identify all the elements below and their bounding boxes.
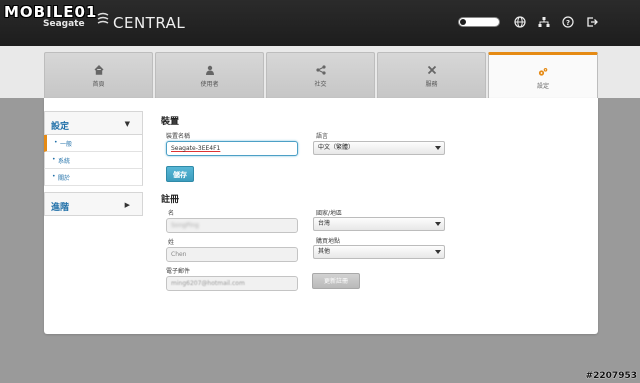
first-name-label: 名 (168, 210, 175, 217)
last-name-field[interactable]: Chen (166, 247, 298, 262)
seagate-brand: Seagate (43, 19, 85, 29)
tab-services[interactable]: 服務 (377, 52, 486, 98)
first-name-value: SongPing (171, 222, 199, 229)
registration-heading: 註冊 (161, 195, 180, 205)
storage-indicator[interactable] (458, 17, 500, 27)
first-name-field[interactable]: SongPing (166, 218, 298, 233)
language-label: 語言 (316, 133, 329, 140)
purchase-location-select[interactable]: 其他 (313, 245, 445, 259)
tab-label: 使用者 (200, 81, 219, 88)
tab-label: 首頁 (92, 81, 105, 88)
user-icon (205, 65, 214, 75)
sidebar-item-general[interactable]: • 一般 (44, 135, 143, 152)
country-value: 台灣 (318, 220, 331, 227)
tab-settings[interactable]: 設定 (488, 52, 598, 98)
country-select[interactable]: 台灣 (313, 217, 445, 231)
update-registration-button[interactable]: 更新註冊 (312, 273, 360, 289)
email-value: ming6207@hotmail.com (171, 280, 245, 287)
tools-icon (427, 65, 436, 75)
svg-text:?: ? (566, 19, 570, 27)
tab-home[interactable]: 首頁 (44, 52, 153, 98)
last-name-value: Chen (171, 251, 187, 258)
help-icon[interactable]: ? (562, 16, 574, 28)
tab-label: 社交 (314, 81, 327, 88)
settings-panel: 設定 ▼ • 一般 • 系統 • 關於 進階 ▶ 裝置 裝置名稱 Seagate… (44, 98, 598, 334)
device-name-field[interactable]: Seagate-3EE4F1 (166, 141, 298, 156)
logout-icon[interactable] (586, 16, 598, 28)
tab-social[interactable]: 社交 (266, 52, 375, 98)
bullet-icon: • (54, 139, 58, 146)
last-name-label: 姓 (168, 239, 175, 246)
purchase-location-label: 購買地點 (316, 238, 341, 245)
main-nav-tabs: 首頁 使用者 社交 服務 設定 (44, 52, 598, 98)
tab-label: 設定 (536, 83, 549, 90)
tab-users[interactable]: 使用者 (155, 52, 264, 98)
sidebar-item-about[interactable]: • 關於 (44, 169, 143, 186)
chevron-right-icon: ▶ (124, 201, 130, 209)
country-label: 國家/地區 (316, 210, 343, 217)
sidebar-section-settings[interactable]: 設定 ▼ (44, 111, 143, 135)
sidebar-item-label: 一般 (60, 141, 73, 148)
bullet-icon: • (52, 173, 56, 180)
seagate-logo-icon (97, 12, 109, 24)
device-heading: 裝置 (161, 117, 180, 127)
product-name: CENTRAL (113, 14, 186, 32)
tab-label: 服務 (425, 81, 438, 88)
device-name-value: Seagate-3EE4F1 (171, 145, 221, 152)
dropdown-caret-icon (435, 250, 441, 254)
purchase-location-value: 其他 (318, 248, 331, 255)
dropdown-caret-icon (435, 146, 441, 150)
share-icon (315, 65, 326, 75)
bullet-icon: • (52, 156, 56, 163)
globe-icon[interactable] (514, 16, 526, 28)
sidebar-item-system[interactable]: • 系統 (44, 152, 143, 169)
dropdown-caret-icon (435, 222, 441, 226)
image-credit: #2207953 (585, 371, 637, 381)
language-value: 中文（繁體） (318, 144, 355, 151)
email-field[interactable]: ming6207@hotmail.com (166, 276, 298, 291)
sidebar-section-advanced[interactable]: 進階 ▶ (44, 192, 143, 216)
language-select[interactable]: 中文（繁體） (313, 141, 445, 155)
gears-icon (538, 68, 548, 76)
sidebar-section-label: 設定 (51, 122, 70, 132)
sidebar: 設定 ▼ • 一般 • 系統 • 關於 進階 ▶ (44, 111, 143, 216)
device-name-label: 裝置名稱 (166, 133, 191, 140)
chevron-down-icon: ▼ (124, 120, 130, 128)
sidebar-item-label: 系統 (58, 158, 71, 165)
email-label: 電子郵件 (166, 268, 191, 275)
home-icon (94, 65, 103, 75)
save-button[interactable]: 儲存 (166, 166, 194, 182)
sidebar-section-label: 進階 (51, 203, 70, 213)
sidebar-item-label: 關於 (58, 175, 71, 182)
network-icon[interactable] (538, 16, 550, 28)
